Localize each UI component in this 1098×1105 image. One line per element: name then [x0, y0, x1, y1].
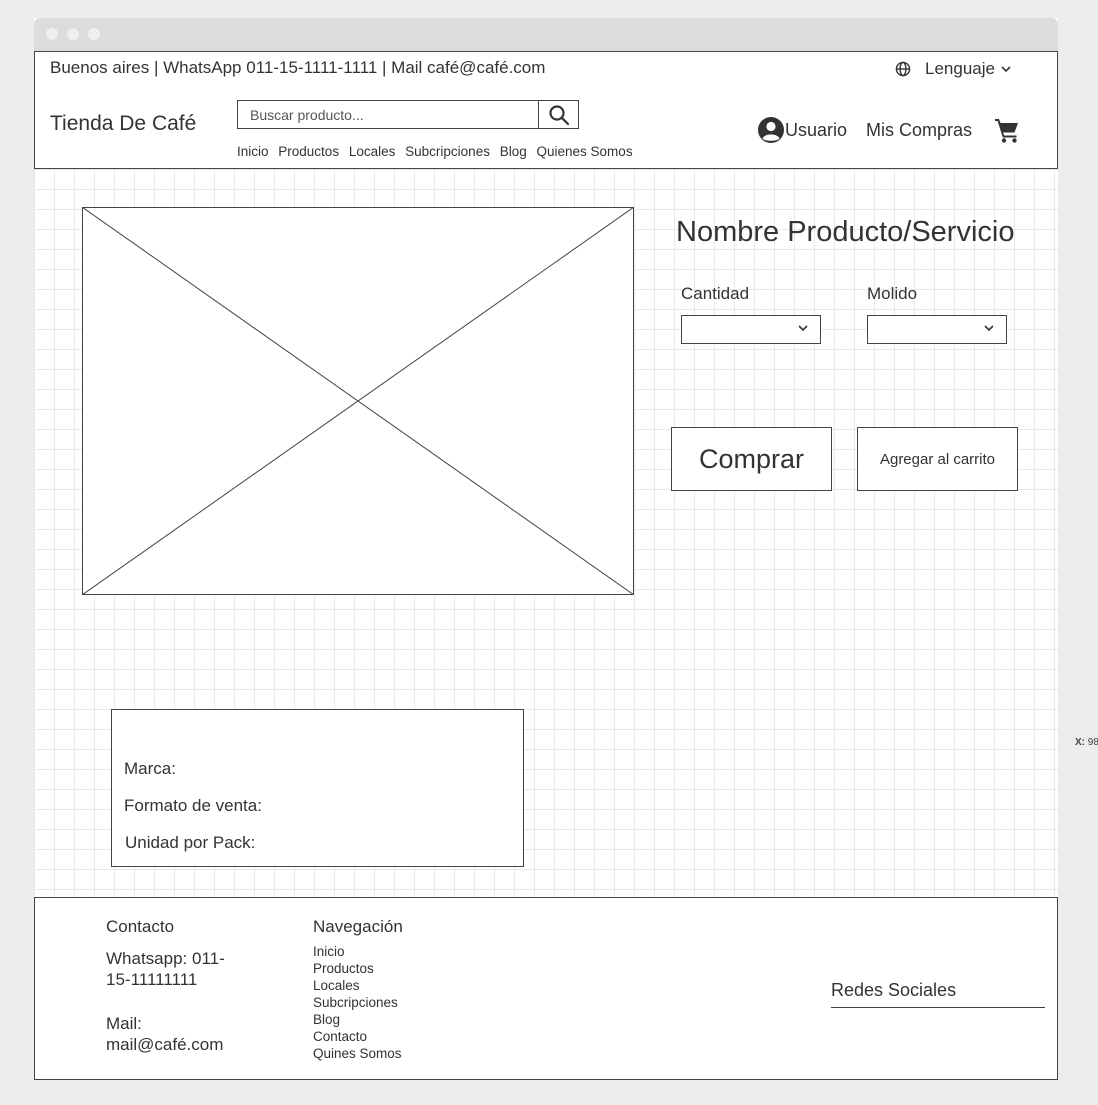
window-dot-maximize[interactable]	[88, 28, 100, 40]
language-selector[interactable]: Lenguaje	[895, 59, 1011, 79]
site-header: Tienda De Café Inicio Productos Locales …	[34, 82, 1058, 169]
cursor-x-label: X:	[1075, 737, 1085, 748]
grind-select[interactable]	[867, 315, 1007, 344]
footer-nav-subcripciones[interactable]: Subcripciones	[313, 994, 402, 1011]
user-label: Usuario	[785, 119, 848, 140]
brand-logo-text[interactable]: Tienda De Café	[50, 112, 196, 136]
user-menu[interactable]: Usuario	[757, 116, 847, 144]
footer-mail-line1: Mail:	[106, 1014, 142, 1033]
globe-icon	[895, 61, 911, 77]
nav-item-inicio[interactable]: Inicio	[237, 144, 269, 159]
nav-item-productos[interactable]: Productos	[278, 144, 339, 159]
footer-social-title: Redes Sociales	[831, 980, 1045, 1008]
footer-nav-blog[interactable]: Blog	[313, 1011, 402, 1028]
cursor-x-readout: X: 98	[1075, 737, 1098, 748]
buy-button[interactable]: Comprar	[671, 427, 832, 491]
footer-nav-contacto[interactable]: Contacto	[313, 1028, 402, 1045]
chevron-down-icon	[984, 325, 994, 332]
search-button[interactable]	[538, 100, 579, 129]
buy-button-label: Comprar	[698, 443, 805, 474]
footer-nav: Inicio Productos Locales Subcripciones B…	[313, 943, 402, 1062]
cart-button[interactable]	[993, 116, 1021, 149]
my-purchases-link[interactable]: Mis Compras	[866, 120, 972, 141]
search-bar	[237, 100, 579, 129]
product-page-content: Nombre Producto/Servicio Cantidad Molido…	[34, 169, 1058, 897]
footer-whatsapp-line1: Whatsapp: 011-	[106, 949, 225, 968]
site-footer: Contacto Whatsapp: 011- 15-11111111 Mail…	[34, 897, 1058, 1080]
window-dot-close[interactable]	[46, 28, 58, 40]
nav-item-subcripciones[interactable]: Subcripciones	[405, 144, 490, 159]
search-icon	[548, 104, 569, 125]
contact-info-line: Buenos aires | WhatsApp 011-15-1111-1111…	[50, 58, 546, 77]
footer-nav-title: Navegación	[313, 917, 403, 936]
product-specs-box: Marca: Formato de venta: Unidad por Pack…	[111, 709, 524, 867]
product-image-placeholder	[82, 207, 634, 595]
spec-brand: Marca:	[124, 759, 176, 778]
footer-whatsapp: Whatsapp: 011- 15-11111111	[106, 948, 225, 990]
user-icon	[758, 117, 784, 143]
chevron-down-icon	[1001, 65, 1011, 72]
language-label: Lenguaje	[925, 59, 995, 78]
footer-nav-locales[interactable]: Locales	[313, 977, 402, 994]
footer-whatsapp-line2: 15-11111111	[106, 970, 198, 989]
footer-nav-inicio[interactable]: Inicio	[313, 943, 402, 960]
main-nav: Inicio Productos Locales Subcripciones B…	[237, 144, 639, 159]
grind-label: Molido	[867, 284, 918, 303]
spec-units: Unidad por Pack:	[125, 833, 256, 852]
nav-item-locales[interactable]: Locales	[349, 144, 396, 159]
window-dot-minimize[interactable]	[67, 28, 79, 40]
add-to-cart-label: Agregar al carrito	[879, 450, 996, 468]
nav-item-quienes-somos[interactable]: Quienes Somos	[537, 144, 633, 159]
footer-mail-line2[interactable]: mail@café.com	[106, 1034, 223, 1055]
chevron-down-icon	[798, 325, 808, 332]
cursor-x-value: 98	[1087, 737, 1098, 748]
browser-window: Buenos aires | WhatsApp 011-15-1111-1111…	[34, 18, 1058, 1080]
footer-mail: Mail: mail@café.com	[106, 1013, 223, 1055]
top-info-bar: Buenos aires | WhatsApp 011-15-1111-1111…	[34, 51, 1058, 83]
quantity-select[interactable]	[681, 315, 821, 344]
nav-item-blog[interactable]: Blog	[500, 144, 527, 159]
search-input[interactable]	[237, 100, 539, 129]
footer-nav-quienes-somos[interactable]: Quines Somos	[313, 1045, 402, 1062]
spec-format: Formato de venta:	[124, 796, 262, 815]
window-titlebar	[34, 18, 1058, 51]
cart-icon	[995, 119, 1018, 143]
product-title: Nombre Producto/Servicio	[676, 216, 1015, 248]
footer-nav-productos[interactable]: Productos	[313, 960, 402, 977]
add-to-cart-button[interactable]: Agregar al carrito	[857, 427, 1018, 491]
quantity-label: Cantidad	[681, 284, 750, 303]
footer-contact-title: Contacto	[106, 917, 175, 936]
